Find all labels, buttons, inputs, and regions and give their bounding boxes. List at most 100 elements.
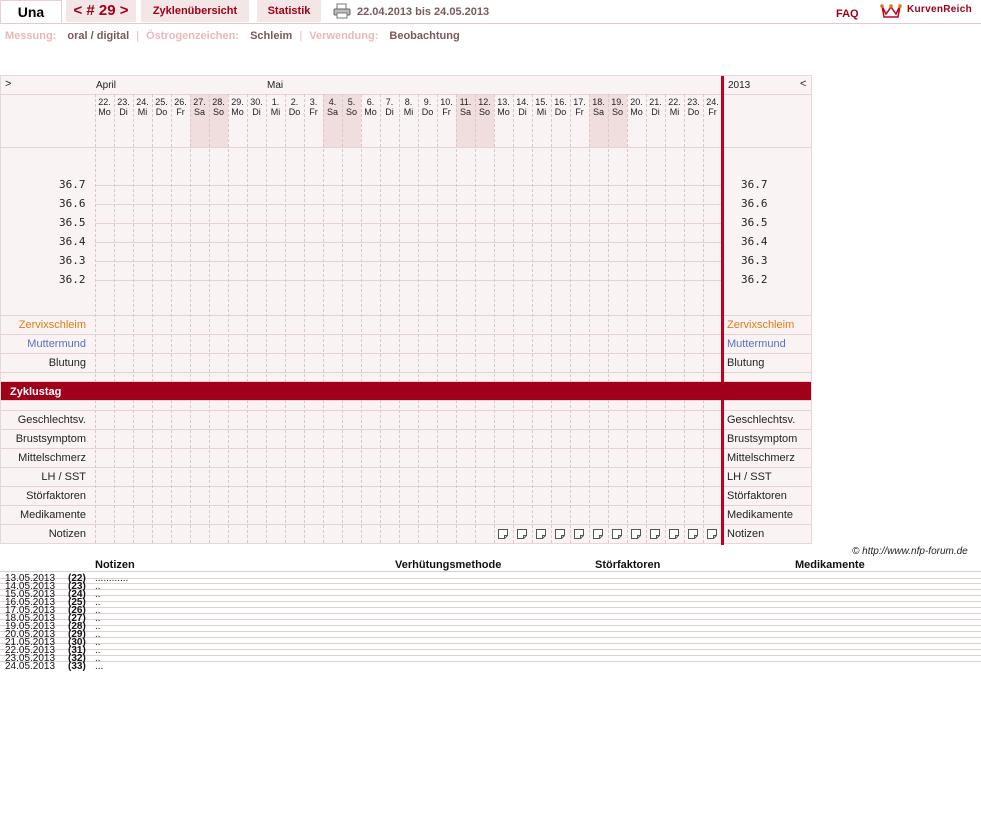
day-header: 22. Mi: [668, 97, 681, 117]
note-icon[interactable]: [555, 529, 565, 539]
grid-vline: [532, 94, 533, 382]
day-header: 6. Mo: [364, 97, 377, 117]
temp-tick-right: 36.3: [741, 254, 768, 267]
day-header: 28. So: [212, 97, 225, 117]
day-header: 22. Mo: [98, 97, 111, 117]
grid-vline: [247, 94, 248, 382]
messung-value[interactable]: oral / digital: [67, 30, 129, 42]
day-header: 2. Do: [288, 97, 301, 117]
temp-tick-right: 36.6: [741, 197, 768, 210]
table-rule: [0, 631, 981, 632]
temp-tick-left: 36.6: [59, 197, 86, 210]
symptom-row-label-right: Notizen: [727, 528, 765, 540]
verwendung-label: Verwendung:: [309, 30, 379, 42]
tab-cycle-overview[interactable]: Zyklenübersicht: [141, 0, 249, 22]
note-icon[interactable]: [650, 529, 660, 539]
grid-vline: [342, 94, 343, 382]
grid-vline: [171, 400, 172, 543]
note-icon[interactable]: [669, 529, 679, 539]
symptom-row-label-right: Mittelschmerz: [727, 452, 795, 464]
grid-hline: [1, 315, 811, 316]
cycle-day-bar: [1, 382, 811, 400]
note-icon[interactable]: [517, 529, 527, 539]
note-icon[interactable]: [631, 529, 641, 539]
table-rule: [0, 613, 981, 614]
tab-statistics[interactable]: Statistik: [257, 0, 321, 22]
grid-vline: [266, 94, 267, 382]
header-divider: [0, 23, 981, 24]
cycle-navigator[interactable]: < # 29 >: [66, 0, 136, 22]
today-marker: [721, 76, 724, 545]
grid-vline: [285, 94, 286, 382]
obs-row-label-right: Muttermund: [727, 338, 786, 350]
messung-label: Messung:: [5, 30, 57, 42]
symptom-row-label-right: Medikamente: [727, 509, 794, 521]
day-header: 27. Sa: [193, 97, 206, 117]
day-header: 18. Sa: [592, 97, 605, 117]
grid-vline: [114, 94, 115, 382]
logo-text[interactable]: KurvenReich: [907, 4, 972, 15]
grid-vline: [418, 400, 419, 543]
month-mai: Mai: [267, 80, 284, 91]
grid-vline: [228, 94, 229, 382]
note-icon[interactable]: [707, 529, 717, 539]
copyright[interactable]: © http://www.nfp-forum.de: [852, 546, 968, 557]
day-header: 7. Di: [385, 97, 394, 117]
grid-vline: [304, 400, 305, 543]
temp-tick-right: 36.5: [741, 216, 768, 229]
grid-hline: [1, 524, 811, 525]
grid-vline: [494, 94, 495, 382]
note-icon[interactable]: [612, 529, 622, 539]
grid-vline: [133, 94, 134, 382]
grid-hline: [1, 410, 811, 411]
grid-vline: [399, 94, 400, 382]
table-rule: [0, 655, 981, 656]
user-name-tab[interactable]: Una: [0, 0, 62, 24]
nav-next[interactable]: <: [800, 78, 806, 90]
symptom-row-label: Notizen: [48, 528, 86, 540]
obs-row-label-right: Zervixschleim: [727, 319, 795, 331]
note-icon[interactable]: [574, 529, 584, 539]
grid-vline: [209, 94, 210, 382]
oestrogen-value[interactable]: Schleim: [250, 30, 292, 42]
note-icon[interactable]: [593, 529, 603, 539]
grid-vline: [266, 400, 267, 543]
table-rule: [0, 589, 981, 590]
note-icon[interactable]: [688, 529, 698, 539]
printer-icon[interactable]: [333, 3, 351, 19]
grid-vline: [608, 400, 609, 543]
grid-vline: [589, 94, 590, 382]
day-header: 14. Di: [516, 97, 529, 117]
symptom-row-label-right: Störfaktoren: [727, 490, 787, 502]
settings-line: Messung: oral / digital | Östrogenzeiche…: [5, 30, 460, 42]
day-header: 25. Do: [155, 97, 168, 117]
note-icon[interactable]: [498, 529, 508, 539]
day-header: 10. Fr: [440, 97, 453, 117]
grid-vline: [494, 400, 495, 543]
crown-logo-icon[interactable]: [880, 2, 902, 20]
day-header: 24. Mi: [136, 97, 149, 117]
year-label: 2013: [728, 80, 751, 91]
cycle-chart: > < April Mai 2013 36.7 36.7 36.6 36.6 36.5 3…: [0, 75, 812, 545]
grid-vline: [380, 94, 381, 382]
note-cycle-day: (33): [68, 661, 86, 672]
note-date: 24.05.2013: [5, 661, 56, 672]
symptom-row-label-right: Geschlechtsv.: [727, 414, 796, 426]
note-icon[interactable]: [536, 529, 546, 539]
grid-vline: [665, 400, 666, 543]
grid-vline: [570, 400, 571, 543]
day-header: 26. Fr: [174, 97, 187, 117]
grid-vline: [95, 400, 96, 543]
day-header: 29. Mo: [231, 97, 244, 117]
symptom-row-label-right: Brustsymptom: [727, 433, 798, 445]
day-header: 1. Mi: [270, 97, 281, 117]
obs-row-label: Blutung: [48, 357, 86, 369]
nav-prev[interactable]: >: [5, 78, 11, 90]
zyklustag-label: Zyklustag: [10, 386, 62, 398]
note-text: ...: [95, 661, 104, 672]
day-header: 3. Fr: [309, 97, 318, 117]
verwendung-value[interactable]: Beobachtung: [389, 30, 459, 42]
grid-vline: [703, 94, 704, 382]
grid-vline: [399, 400, 400, 543]
faq-link[interactable]: FAQ: [836, 8, 859, 20]
